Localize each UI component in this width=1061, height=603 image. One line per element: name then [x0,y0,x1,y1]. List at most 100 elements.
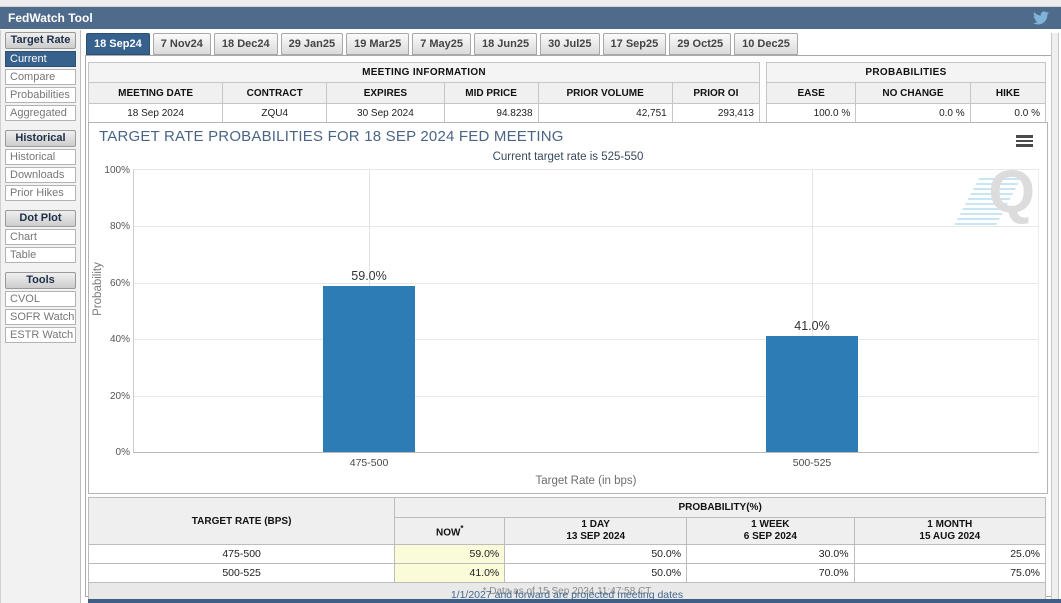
now-cell: 59.0% [395,545,505,564]
table-row: 500-525 41.0% 50.0% 70.0% 75.0% [89,564,1046,583]
sidebar-item-sofr-watch[interactable]: SOFR Watch [5,309,76,325]
tab-29-jan25[interactable]: 29 Jan25 [281,33,343,55]
meeting-date-tabs: 18 Sep24 7 Nov24 18 Dec24 29 Jan25 19 Ma… [86,33,798,55]
gridline-80 [134,226,1038,227]
one-month-date: 15 AUG 2024 [856,531,1044,543]
mid-price-value: 94.8238 [444,104,538,124]
plot-area: 100% 80% 60% 40% 20% 0% 59.0% 41.0% 475-… [133,169,1039,453]
col-contract: CONTRACT [223,83,327,104]
col-prior-oi: PRIOR OI [672,83,759,104]
col-ease: EASE [767,83,856,104]
sidebar-item-current[interactable]: Current [5,51,76,67]
tab-7-nov24[interactable]: 7 Nov24 [153,33,211,55]
one-day-cell: 50.0% [505,564,687,583]
now-label: NOW [436,527,460,538]
tab-10-dec25[interactable]: 10 Dec25 [734,33,798,55]
col-target-rate-bps: TARGET RATE (BPS) [89,498,395,545]
probabilities-title: PROBABILITIES [767,63,1046,83]
one-day-date: 13 SEP 2024 [506,531,685,543]
sidebar-item-cvol[interactable]: CVOL [5,291,76,307]
bar-500-525[interactable]: 41.0% [766,336,858,452]
sidebar-item-compare[interactable]: Compare [5,69,76,85]
now-asterisk: * [460,524,463,533]
meeting-information-table: MEETING INFORMATION MEETING DATE CONTRAC… [88,62,760,124]
sidebar-item-table[interactable]: Table [5,247,76,263]
sidebar-item-chart[interactable]: Chart [5,229,76,245]
no-change-value: 0.0 % [856,104,970,124]
window-top-strip [0,0,1061,7]
col-mid-price: MID PRICE [444,83,538,104]
sidebar-header-historical: Historical [5,130,76,147]
sidebar-item-downloads[interactable]: Downloads [5,167,76,183]
meeting-info-title: MEETING INFORMATION [89,63,760,83]
sidebar-header-dot-plot: Dot Plot [5,210,76,227]
sidebar-header-tools: Tools [5,272,76,289]
bar-value-label: 59.0% [351,269,386,283]
probability-history-table: TARGET RATE (BPS) PROBABILITY(%) NOW* 1 … [88,497,1046,600]
tab-19-mar25[interactable]: 19 Mar25 [346,33,409,55]
sidebar-item-estr-watch[interactable]: ESTR Watch [5,327,76,343]
ytick-40: 40% [92,334,130,345]
ytick-100: 100% [92,165,130,176]
prior-oi-value: 293,413 [672,104,759,124]
contract-value: ZQU4 [223,104,327,124]
col-1-day: 1 DAY 13 SEP 2024 [505,518,687,545]
tab-18-sep24[interactable]: 18 Sep24 [86,33,150,55]
rate-cell: 500-525 [89,564,395,583]
col-expires: EXPIRES [327,83,444,104]
col-group-probability: PROBABILITY(%) [395,498,1046,518]
tab-29-oct25[interactable]: 29 Oct25 [669,33,731,55]
sidebar-item-aggregated[interactable]: Aggregated [5,105,76,121]
tab-17-sep25[interactable]: 17 Sep25 [603,33,667,55]
chart-subtitle: Current target rate is 525-550 [89,151,1047,163]
twitter-bird-icon[interactable] [1033,10,1049,26]
ytick-80: 80% [92,221,130,232]
now-cell: 41.0% [395,564,505,583]
gridline-60 [134,283,1038,284]
one-month-label: 1 MONTH [856,519,1044,531]
col-now: NOW* [395,518,505,545]
sidebar-header-target-rate: Target Rate [5,32,76,49]
tab-18-jun25[interactable]: 18 Jun25 [474,33,537,55]
sidebar-item-prior-hikes[interactable]: Prior Hikes [5,185,76,201]
col-prior-volume: PRIOR VOLUME [538,83,672,104]
one-day-cell: 50.0% [505,545,687,564]
app-title: FedWatch Tool [8,7,93,29]
one-week-cell: 30.0% [687,545,854,564]
app-bar: FedWatch Tool [0,7,1061,29]
tab-30-jul25[interactable]: 30 Jul25 [540,33,599,55]
one-day-label: 1 DAY [506,519,685,531]
sidebar: Target Rate Current Compare Probabilitie… [0,30,81,603]
bar-475-500[interactable]: 59.0% [323,286,415,452]
col-1-week: 1 WEEK 6 SEP 2024 [687,518,854,545]
prior-volume-value: 42,751 [538,104,672,124]
xtick-475-500: 475-500 [350,457,389,469]
gridline-20 [134,396,1038,397]
hike-value: 0.0 % [970,104,1045,124]
meeting-date-value: 18 Sep 2024 [89,104,223,124]
one-month-cell: 75.0% [854,564,1045,583]
chart-menu-icon[interactable] [1016,135,1033,149]
tab-18-dec24[interactable]: 18 Dec24 [214,33,278,55]
col-meeting-date: MEETING DATE [89,83,223,104]
vertical-scrollbar[interactable] [1051,33,1059,603]
y-axis-label: Probability [92,262,104,316]
xtick-500-525: 500-525 [793,457,832,469]
ytick-60: 60% [92,278,130,289]
expires-value: 30 Sep 2024 [327,104,444,124]
x-axis-label: Target Rate (in bps) [134,475,1038,487]
probabilities-summary-table: PROBABILITIES EASE NO CHANGE HIKE 100.0 … [766,62,1046,124]
gridline-40 [134,339,1038,340]
target-rate-probability-chart: TARGET RATE PROBABILITIES FOR 18 SEP 202… [88,122,1048,494]
next-section-header-strip [88,599,1061,603]
rate-cell: 475-500 [89,545,395,564]
one-week-cell: 70.0% [687,564,854,583]
bar-value-label: 41.0% [794,319,829,333]
ytick-20: 20% [92,391,130,402]
col-hike: HIKE [970,83,1045,104]
sidebar-item-historical[interactable]: Historical [5,149,76,165]
col-1-month: 1 MONTH 15 AUG 2024 [854,518,1045,545]
sidebar-item-probabilities[interactable]: Probabilities [5,87,76,103]
tab-7-may25[interactable]: 7 May25 [412,33,471,55]
chart-title: TARGET RATE PROBABILITIES FOR 18 SEP 202… [99,128,564,145]
